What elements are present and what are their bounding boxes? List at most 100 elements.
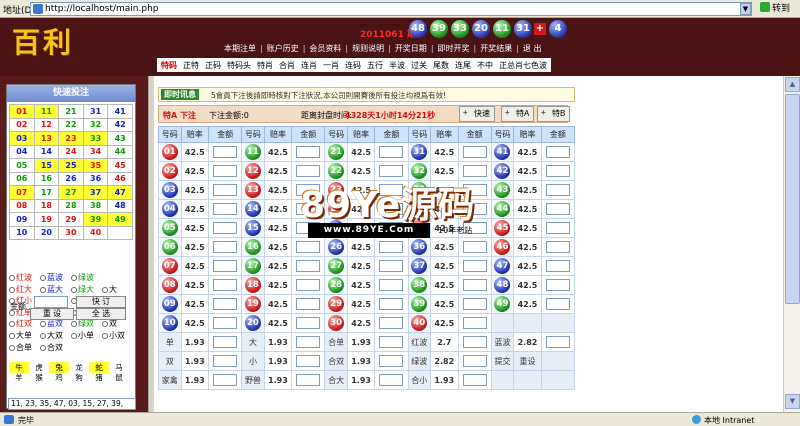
lottery-tab[interactable]: 特码头 [224,59,254,72]
number-ball[interactable]: 20 [244,315,261,331]
quick-number-cell[interactable]: 05 [9,158,35,173]
quick-option[interactable]: 绿大 [71,284,102,295]
quick-number-cell[interactable]: 33 [82,131,109,146]
amount-input[interactable] [545,146,570,158]
top-nav-link[interactable]: 开奖结果 [480,44,512,53]
number-ball[interactable]: 13 [244,182,261,198]
number-ball[interactable]: 18 [244,277,261,293]
quick-number-cell[interactable]: 47 [107,185,133,200]
number-ball[interactable]: 07 [161,258,178,274]
number-ball[interactable]: 03 [161,182,178,198]
number-ball[interactable]: 09 [161,296,178,312]
quick-number-cell[interactable]: 28 [58,198,84,213]
amount-input[interactable] [545,184,570,196]
quick-number-cell[interactable]: 13 [33,131,60,146]
quick-order-button[interactable]: 快 订 [76,296,126,308]
lottery-tab[interactable]: 正码 [202,59,224,72]
top-nav-link[interactable]: 账户历史 [267,44,299,53]
number-ball[interactable]: 08 [161,277,178,293]
amount-input[interactable] [379,279,404,291]
quick-option[interactable]: 小双 [102,330,133,341]
amount-input[interactable] [545,203,570,215]
quick-number-cell[interactable]: 35 [82,158,109,173]
amount-input[interactable] [545,336,570,348]
quick-option[interactable]: 红双 [9,318,40,329]
radio-icon[interactable] [9,275,15,281]
number-ball[interactable]: 10 [161,315,178,331]
quick-number-cell[interactable]: 44 [107,144,133,159]
quick-number-cell[interactable]: 38 [82,198,109,213]
quick-number-cell[interactable]: 43 [107,131,133,146]
number-ball[interactable]: 21 [328,144,345,160]
number-ball[interactable]: 30 [328,315,345,331]
lottery-tab[interactable]: 正特 [180,59,202,72]
quick-number-cell[interactable]: 09 [9,212,35,227]
number-ball[interactable]: 06 [161,239,178,255]
amount-input[interactable] [379,298,404,310]
vertical-scrollbar[interactable]: ▲ ▼ [783,76,800,412]
zodiac-option[interactable]: 鼠 [109,372,129,383]
quick-option[interactable]: 绿波 [71,272,102,283]
amount-input[interactable] [213,222,238,234]
amount-input[interactable] [462,298,487,310]
amount-input[interactable] [462,146,487,158]
amount-input[interactable] [213,355,238,367]
zodiac-option[interactable]: 猪 [89,372,109,383]
quick-option[interactable]: 大 [102,284,133,295]
number-ball[interactable]: 01 [161,144,178,160]
scroll-up-button[interactable]: ▲ [785,77,800,92]
lottery-tab[interactable]: 五行 [364,59,386,72]
quick-number-cell[interactable]: 10 [9,225,35,240]
quick-number-cell[interactable]: 07 [9,185,35,200]
amount-input[interactable] [213,146,238,158]
radio-icon[interactable] [102,321,108,328]
number-ball[interactable]: 02 [161,163,178,179]
zodiac-option[interactable]: 狗 [69,372,89,383]
quick-number-cell[interactable]: 30 [58,225,84,240]
quick-number-cell[interactable]: 24 [58,144,84,159]
quick-number-cell[interactable]: 42 [107,117,133,132]
number-ball[interactable]: 31 [411,144,428,160]
quick-reset-button[interactable]: 重 设 [30,308,74,320]
quick-number-cell[interactable]: 26 [58,171,84,186]
quick-number-cell[interactable]: 12 [33,117,60,132]
amount-input[interactable] [213,241,238,253]
quick-number-cell[interactable]: 40 [82,225,109,240]
quick-number-cell[interactable]: 01 [9,104,35,119]
quick-number-cell[interactable]: 32 [82,117,109,132]
radio-icon[interactable] [40,275,46,281]
number-ball[interactable]: 27 [328,258,345,274]
quick-number-cell[interactable]: 23 [58,131,84,146]
quick-number-cell[interactable]: 37 [82,185,109,200]
reset-button[interactable]: 重设 [519,357,535,366]
quick-option[interactable]: 蓝双 [40,318,71,329]
quick-option[interactable]: 蓝大 [40,284,71,295]
amount-input[interactable] [462,355,487,367]
number-ball[interactable]: 28 [328,277,345,293]
amount-input[interactable] [462,260,487,272]
number-ball[interactable]: 38 [411,277,428,293]
radio-icon[interactable] [71,286,77,293]
quick-number-cell[interactable]: 19 [33,212,60,227]
lottery-tab[interactable]: 特肖 [254,59,276,72]
scroll-thumb[interactable] [785,94,800,304]
quick-number-cell[interactable] [107,225,133,240]
radio-icon[interactable] [9,286,15,293]
amount-input[interactable] [379,336,404,348]
amount-input[interactable] [296,355,321,367]
special-a-button[interactable]: 特A [501,106,535,122]
amount-input[interactable] [213,165,238,177]
lottery-tab[interactable]: 一肖 [320,59,342,72]
quick-number-cell[interactable]: 04 [9,144,35,159]
amount-input[interactable] [296,317,321,329]
quick-option[interactable]: 绿双 [71,318,102,329]
amount-input[interactable] [545,298,570,310]
quick-number-cell[interactable]: 20 [33,225,60,240]
radio-icon[interactable] [102,286,108,293]
quick-option[interactable]: 小单 [71,330,102,341]
quick-number-cell[interactable]: 03 [9,131,35,146]
top-nav-link[interactable]: 规则说明 [352,44,384,53]
quick-number-cell[interactable]: 46 [107,171,133,186]
lottery-tab[interactable]: 连尾 [452,59,474,72]
amount-input[interactable] [379,355,404,367]
